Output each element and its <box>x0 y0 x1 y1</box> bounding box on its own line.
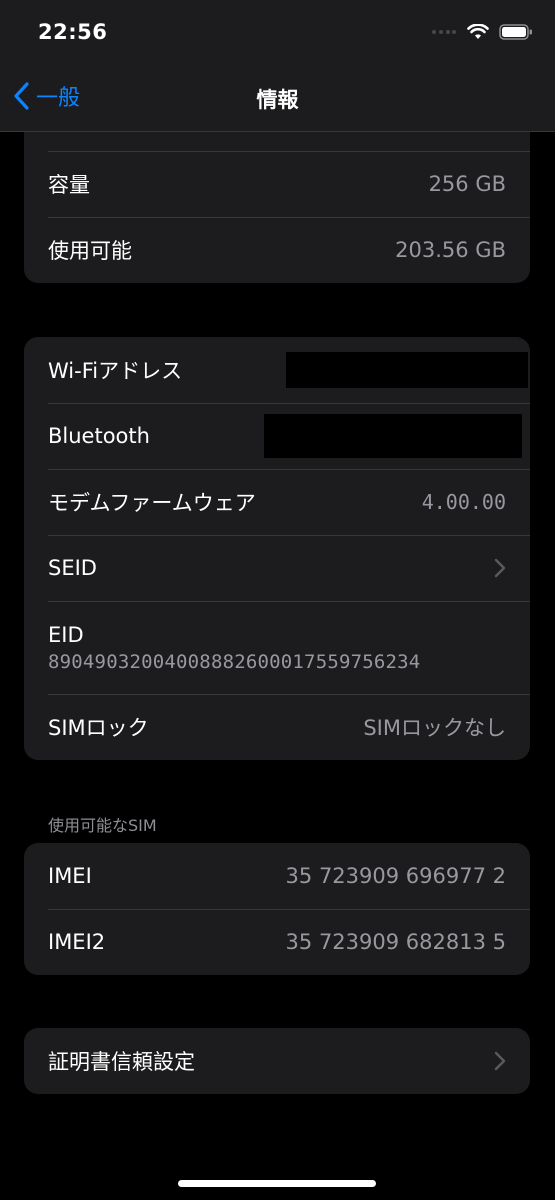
wifi-address-row: Wi-Fiアドレス <box>24 337 530 403</box>
capacity-label: 容量 <box>48 173 90 197</box>
sim-group: IMEI 35 723909 696977 2 IMEI2 35 723909 … <box>24 843 530 975</box>
wifi-icon <box>467 24 489 39</box>
imei-label: IMEI <box>48 864 92 888</box>
home-indicator[interactable] <box>178 1180 376 1187</box>
imei-row: IMEI 35 723909 696977 2 <box>24 843 530 909</box>
bluetooth-label: Bluetooth <box>48 424 150 448</box>
available-label: 使用可能 <box>48 239 132 263</box>
wifi-address-redaction <box>286 352 528 388</box>
navigation-bar: 一般 情報 <box>0 64 555 132</box>
sim-lock-row: SIMロック SIMロックなし <box>24 694 530 760</box>
status-icons <box>431 24 533 40</box>
eid-value: 89049032004008882600017559756234 <box>48 650 421 673</box>
certificate-trust-row[interactable]: 証明書信頼設定 <box>24 1028 530 1094</box>
eid-row: EID 89049032004008882600017559756234 <box>24 601 530 694</box>
eid-label: EID <box>48 622 84 647</box>
available-row: 使用可能 203.56 GB <box>24 217 530 283</box>
sim-lock-value: SIMロックなし <box>363 716 506 740</box>
chevron-right-icon <box>494 1051 506 1071</box>
capacity-row: 容量 256 GB <box>24 151 530 217</box>
available-value: 203.56 GB <box>395 238 506 262</box>
sim-lock-label: SIMロック <box>48 716 149 740</box>
chevron-right-icon <box>494 558 506 578</box>
battery-icon <box>499 24 532 40</box>
modem-firmware-value: 4.00.00 <box>421 490 506 514</box>
bluetooth-row: Bluetooth <box>24 403 530 469</box>
imei2-row: IMEI2 35 723909 682813 5 <box>24 909 530 975</box>
page-title: 情報 <box>256 88 299 112</box>
seid-label: SEID <box>48 556 97 580</box>
certificate-trust-label: 証明書信頼設定 <box>48 1050 195 1074</box>
status-time: 22:56 <box>38 20 108 44</box>
imei-value: 35 723909 696977 2 <box>285 864 506 888</box>
seid-row[interactable]: SEID <box>24 535 530 601</box>
certificate-group: 証明書信頼設定 <box>24 1028 530 1094</box>
signal-dots-icon <box>432 30 456 34</box>
network-group: Wi-Fiアドレス Bluetooth モデムファームウェア 4.00.00 S… <box>24 337 530 760</box>
bluetooth-redaction <box>264 414 522 458</box>
modem-firmware-row: モデムファームウェア 4.00.00 <box>24 469 530 535</box>
imei2-label: IMEI2 <box>48 930 106 954</box>
modem-firmware-label: モデムファームウェア <box>48 491 256 515</box>
capacity-value: 256 GB <box>428 172 506 196</box>
status-bar: 22:56 <box>0 0 555 64</box>
wifi-address-label: Wi-Fiアドレス <box>48 359 183 383</box>
sim-section-header: 使用可能なSIM <box>48 816 157 835</box>
imei2-value: 35 723909 682813 5 <box>285 930 506 954</box>
